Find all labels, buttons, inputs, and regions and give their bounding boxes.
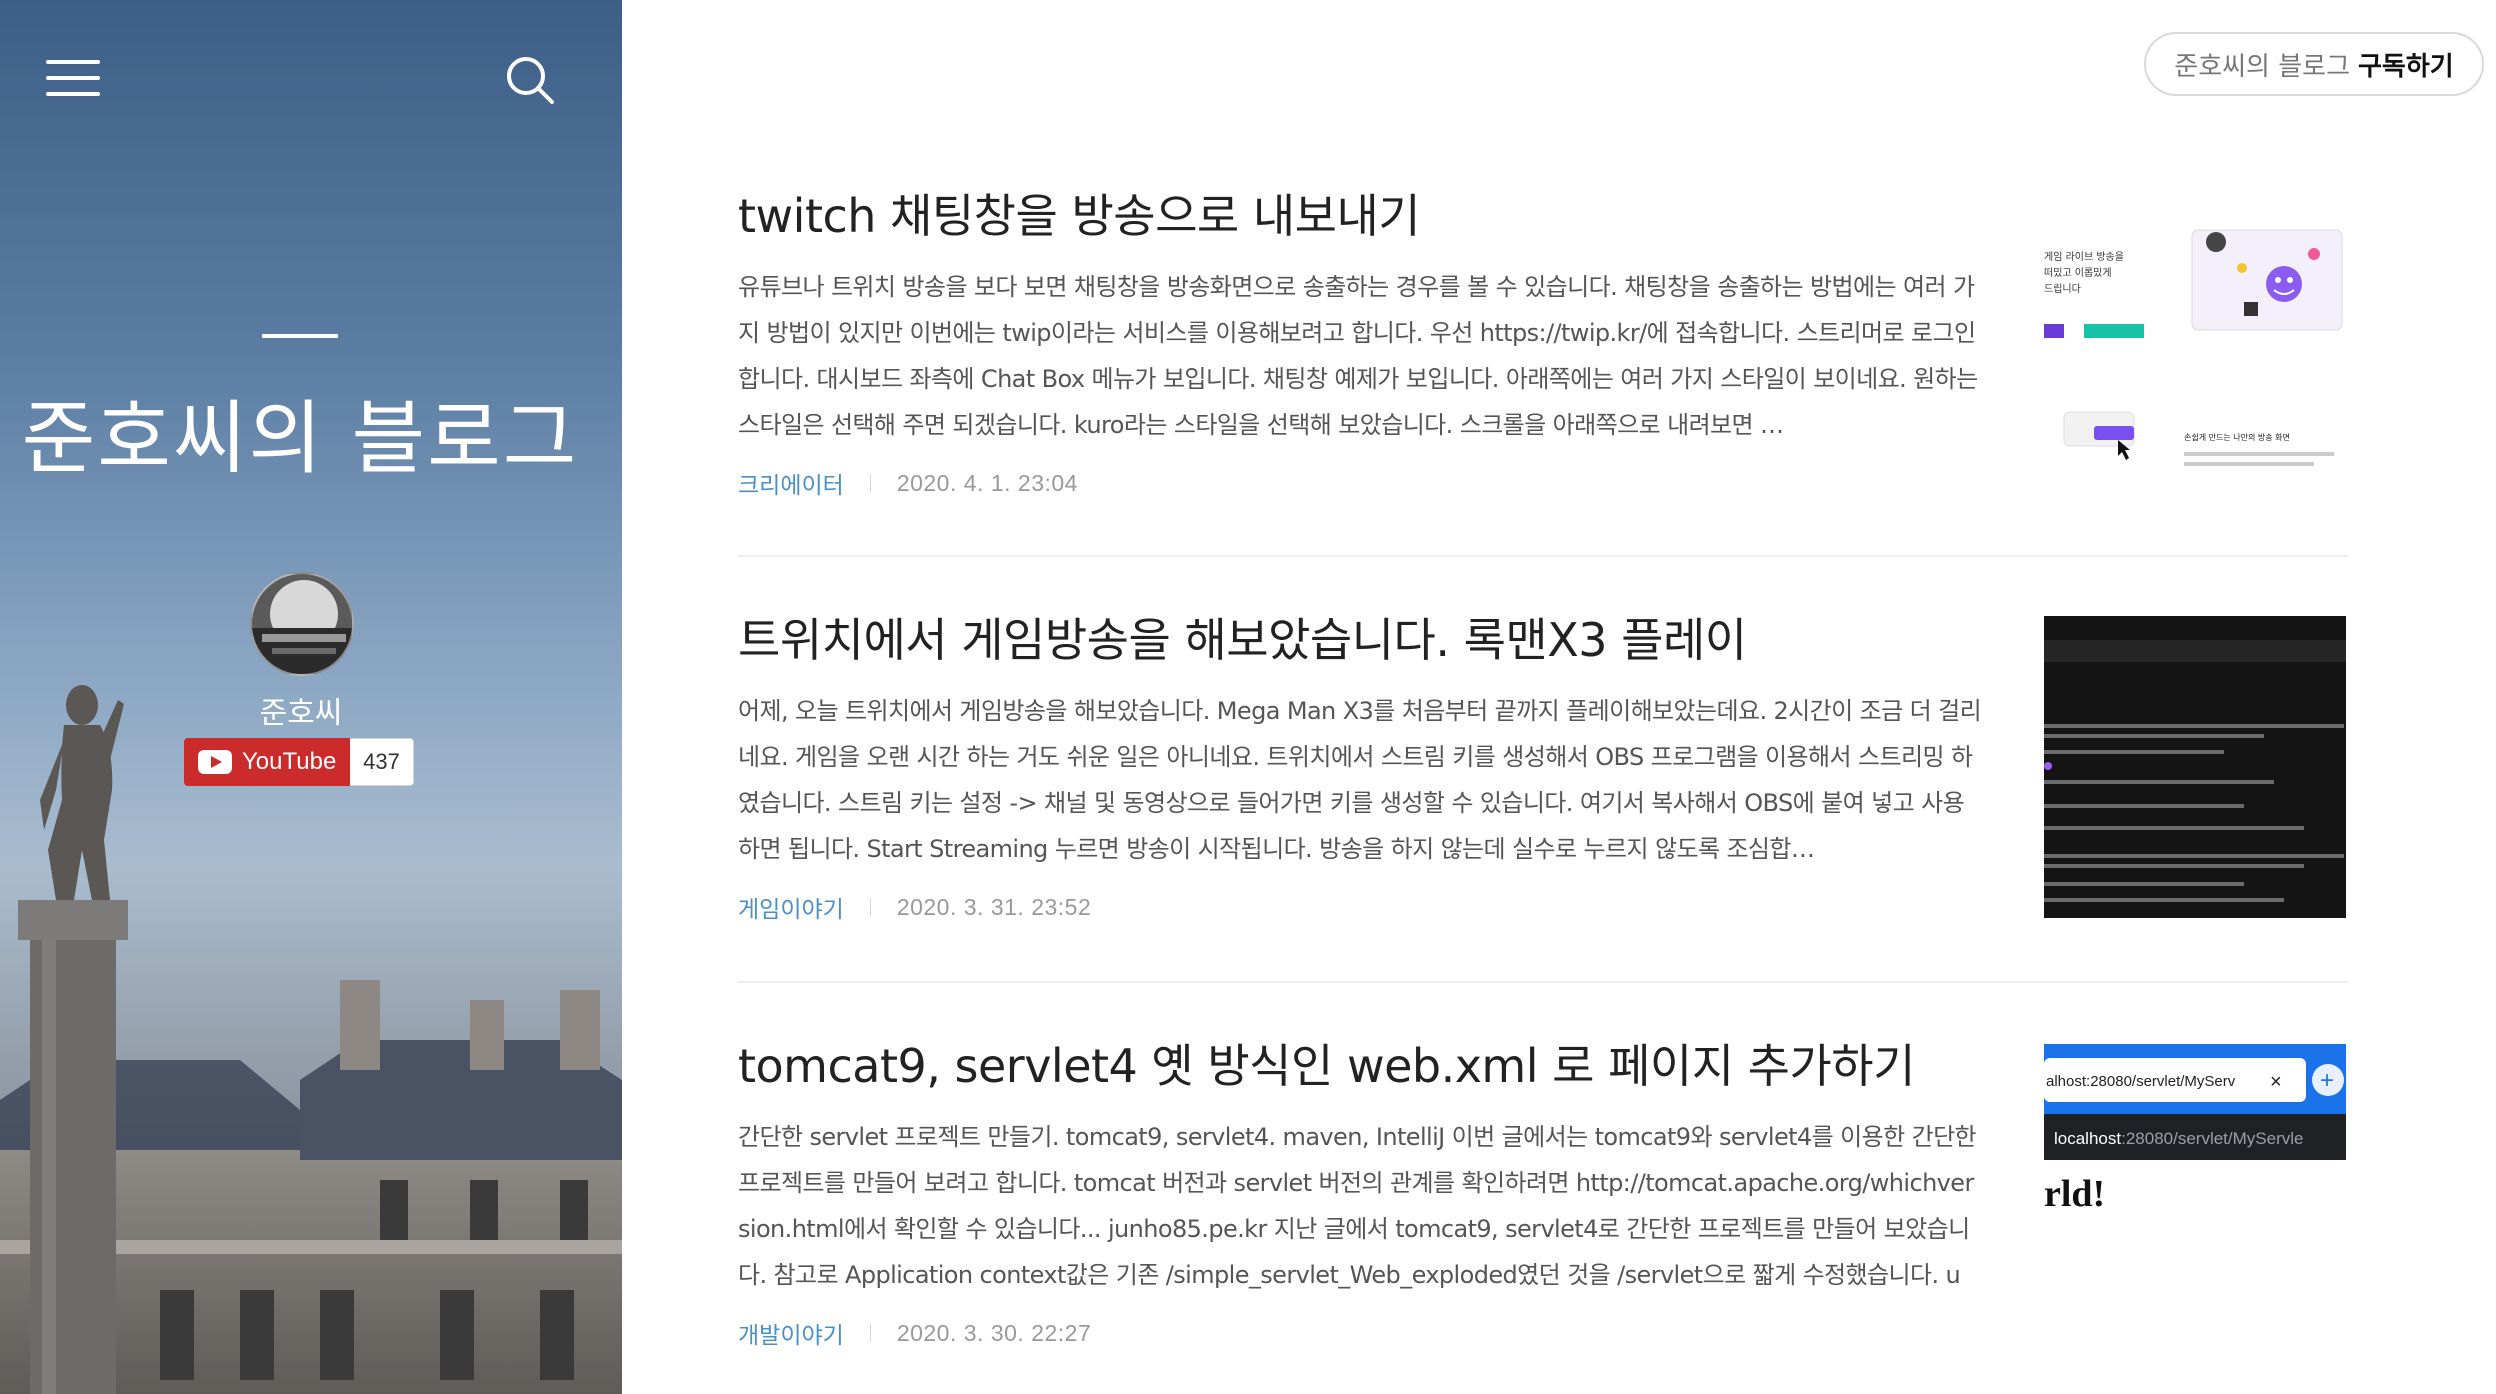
post-divider <box>738 981 2348 983</box>
thumb-text-line: 게임 라이브 방송을 <box>2044 250 2124 263</box>
subscribe-button[interactable]: 준호씨의 블로그 구독하기 <box>2144 32 2484 96</box>
post-divider <box>738 555 2348 557</box>
menu-icon-bar <box>46 76 100 80</box>
thumb-hello-text: rld! <box>2044 1173 2105 1215</box>
youtube-subscribe-widget[interactable]: YouTube 437 <box>184 738 414 786</box>
title-divider <box>262 334 338 338</box>
thumb-url-path: :28080/servlet/MyServle <box>2121 1129 2303 1148</box>
subscribe-action-label: 구독하기 <box>2358 51 2454 82</box>
thumb-text-line: 손쉽게 만드는 나만의 방송 화면 <box>2184 432 2290 442</box>
post-item: tomcat9, servlet4 옛 방식인 web.xml 로 페이지 추가… <box>738 1030 2348 1350</box>
thumbnail-image <box>2044 616 2346 918</box>
post-date: 2020. 4. 1. 23:04 <box>896 469 1078 496</box>
author-name: 준호씨 <box>259 696 343 731</box>
post-excerpt[interactable]: 유튜브나 트위치 방송을 보다 보면 채팅창을 방송화면으로 송출하는 경우를 … <box>738 264 1982 448</box>
blog-title[interactable]: 준호씨의 블로그 <box>0 374 600 490</box>
post-category[interactable]: 게임이야기 <box>738 890 844 924</box>
menu-icon-bar <box>46 60 100 64</box>
thumb-tab-text: alhost:28080/servlet/MyServ <box>2046 1073 2236 1090</box>
menu-icon-bar <box>46 92 100 96</box>
post-item: 트위치에서 게임방송을 해보았습니다. 록맨X3 플레이 어제, 오늘 트위치에… <box>738 604 2348 924</box>
youtube-subscriber-count: 437 <box>350 738 414 786</box>
thumb-close-icon: × <box>2270 1071 2282 1093</box>
post-item: twitch 채팅창을 방송으로 내보내기 유튜브나 트위치 방송을 보다 보면… <box>738 180 2348 500</box>
post-thumbnail[interactable]: alhost:28080/servlet/MyServ × + localhos… <box>2044 1044 2346 1346</box>
post-thumbnail[interactable] <box>2044 616 2346 918</box>
search-icon <box>507 57 554 104</box>
post-date: 2020. 3. 30. 22:27 <box>896 1319 1092 1346</box>
thumb-url-text: localhost:28080/servlet/MyServle <box>2054 1129 2303 1148</box>
thumbnail-image: 게임 라이브 방송을 떠밌고 이롭밌게 드립니다 손쉽게 만드는 나만의 방송 … <box>2044 229 2343 466</box>
thumbnail-image: alhost:28080/servlet/MyServ × + localhos… <box>2044 1044 2346 1215</box>
post-thumbnail[interactable]: 게임 라이브 방송을 떠밌고 이롭밌게 드립니다 손쉽게 만드는 나만의 방송 … <box>2044 190 2346 492</box>
post-category[interactable]: 크리에이터 <box>738 466 844 500</box>
post-excerpt[interactable]: 어제, 오늘 트위치에서 게임방송을 해보았습니다. Mega Man X3를 … <box>738 688 1982 872</box>
menu-button[interactable] <box>46 56 106 102</box>
youtube-play-icon <box>198 750 232 774</box>
thumb-url-host: localhost <box>2054 1129 2121 1148</box>
meta-separator <box>869 898 871 916</box>
post-excerpt[interactable]: 간단한 servlet 프로젝트 만들기. tomcat9, servlet4.… <box>738 1114 1982 1298</box>
youtube-button[interactable]: YouTube <box>184 738 350 786</box>
thumb-text-line: 떠밌고 이롭밌게 <box>2044 267 2112 279</box>
youtube-label: YouTube <box>242 748 337 775</box>
avatar[interactable] <box>250 572 354 676</box>
post-category[interactable]: 개발이야기 <box>738 1316 844 1350</box>
subscribe-blog-name: 준호씨의 블로그 <box>2174 51 2351 82</box>
meta-separator <box>869 474 871 492</box>
avatar-image <box>252 574 352 674</box>
search-button[interactable] <box>502 52 558 108</box>
thumb-text-line: 드립니다 <box>2044 282 2081 295</box>
thumb-plus-icon: + <box>2320 1067 2334 1094</box>
sidebar: 준호씨의 블로그 준호씨 YouTube 437 <box>0 0 622 1394</box>
post-date: 2020. 3. 31. 23:52 <box>896 893 1092 920</box>
meta-separator <box>869 1324 871 1342</box>
